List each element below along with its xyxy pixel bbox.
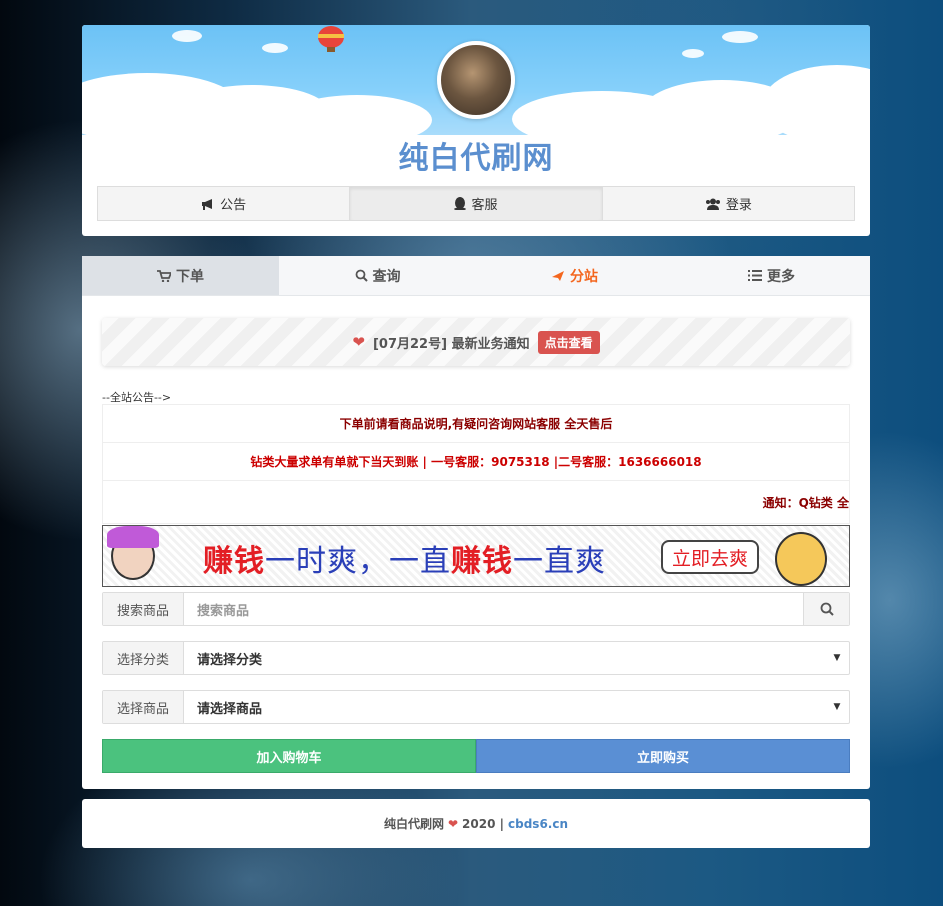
tab-query[interactable]: 查询	[279, 256, 476, 295]
tab-query-label: 查询	[372, 268, 401, 285]
footer-year: 2020 |	[462, 816, 505, 831]
buy-now-button[interactable]: 立即购买	[476, 739, 850, 773]
view-notice-button[interactable]: 点击查看	[537, 330, 600, 354]
support-button[interactable]: 客服	[350, 187, 603, 220]
product-group: 选择商品 请选择商品 ▼	[102, 690, 850, 724]
latest-notice: ❤ [07月22号] 最新业务通知 点击查看	[102, 318, 850, 366]
heart-icon: ❤	[352, 333, 365, 351]
footer-site-name: 纯白代刷网	[383, 817, 444, 831]
tab-substation[interactable]: 分站	[476, 256, 673, 295]
announcement-button[interactable]: 公告	[98, 187, 351, 220]
list-icon	[748, 270, 762, 281]
announcement-item: 下单前请看商品说明,有疑问咨询网站客服 全天售后	[103, 405, 849, 443]
sky-banner	[82, 25, 870, 147]
tab-more-label: 更多	[767, 268, 795, 285]
balloon-icon	[318, 26, 344, 52]
site-title: 纯白代刷网	[398, 141, 554, 176]
slogan-part: 一时爽，一直	[265, 544, 451, 579]
search-label: 搜索商品	[103, 593, 184, 625]
main-card: 下单 查询 分站 更多 ❤ [07月22号] 最新业务通知 点击查看 --全站公…	[82, 256, 870, 789]
product-label: 选择商品	[103, 691, 184, 723]
category-select[interactable]: 请选择分类	[184, 642, 825, 674]
login-label: 登录	[725, 198, 752, 213]
chevron-down-icon: ▼	[833, 702, 841, 712]
footer: 纯白代刷网 ❤ 2020 | cbds6.cn	[82, 799, 870, 848]
category-label: 选择分类	[103, 642, 184, 674]
tab-bar: 下单 查询 分站 更多	[82, 256, 870, 296]
tab-order[interactable]: 下单	[82, 256, 279, 295]
cloud-decoration	[262, 43, 288, 53]
cloud-decoration	[172, 30, 202, 42]
search-input[interactable]: 搜索商品	[184, 593, 803, 625]
cartoon-hair	[107, 526, 159, 548]
cart-icon	[157, 269, 171, 282]
marquee-notice: 通知：Q钻类 全	[762, 495, 849, 510]
search-icon	[355, 269, 368, 282]
announcement-list: 下单前请看商品说明,有疑问咨询网站客服 全天售后 钻类大量求单有单就下当天到账 …	[102, 404, 850, 524]
slogan-part: 赚钱	[451, 544, 513, 579]
cloud-decoration	[722, 31, 758, 43]
bullhorn-icon	[202, 198, 213, 210]
cartoon-face-right	[775, 532, 827, 586]
action-buttons: 加入购物车 立即购买	[102, 739, 850, 773]
announcement-heading: --全站公告-->	[102, 391, 172, 404]
search-button[interactable]	[803, 593, 849, 625]
tab-more[interactable]: 更多	[673, 256, 870, 295]
banner-slogan: 赚钱一时爽，一直赚钱一直爽	[203, 536, 606, 580]
header-card: 纯白代刷网 公告 客服 登录	[82, 25, 870, 236]
slogan-part: 赚钱	[203, 544, 265, 579]
support-label: 客服	[471, 198, 498, 213]
heart-icon: ❤	[447, 816, 459, 831]
chevron-down-icon: ▼	[833, 653, 841, 663]
category-group: 选择分类 请选择分类 ▼	[102, 641, 850, 675]
qq-icon	[454, 197, 467, 210]
plane-icon	[552, 270, 564, 281]
add-to-cart-button[interactable]: 加入购物车	[102, 739, 476, 773]
login-button[interactable]: 登录	[603, 187, 854, 220]
footer-domain-link[interactable]: cbds6.cn	[508, 817, 568, 831]
search-group: 搜索商品 搜索商品	[102, 592, 850, 626]
cloud-decoration	[682, 49, 704, 58]
users-icon	[705, 198, 720, 210]
search-icon	[820, 602, 834, 616]
banner-cta-button[interactable]: 立即去爽	[661, 540, 759, 574]
tab-order-label: 下单	[176, 268, 204, 285]
announcement-label: 公告	[220, 198, 247, 213]
notice-text: [07月22号] 最新业务通知	[372, 336, 530, 352]
slogan-part: 一直爽	[513, 544, 606, 579]
product-select[interactable]: 请选择商品	[184, 691, 825, 723]
top-nav: 公告 客服 登录	[97, 186, 855, 221]
announcement-item: 钻类大量求单有单就下当天到账 | 一号客服：9075318 |二号客服：1636…	[103, 443, 849, 481]
promo-banner[interactable]: 赚钱一时爽，一直赚钱一直爽 立即去爽	[102, 525, 850, 587]
tab-substation-label: 分站	[570, 268, 598, 285]
avatar	[437, 41, 515, 119]
